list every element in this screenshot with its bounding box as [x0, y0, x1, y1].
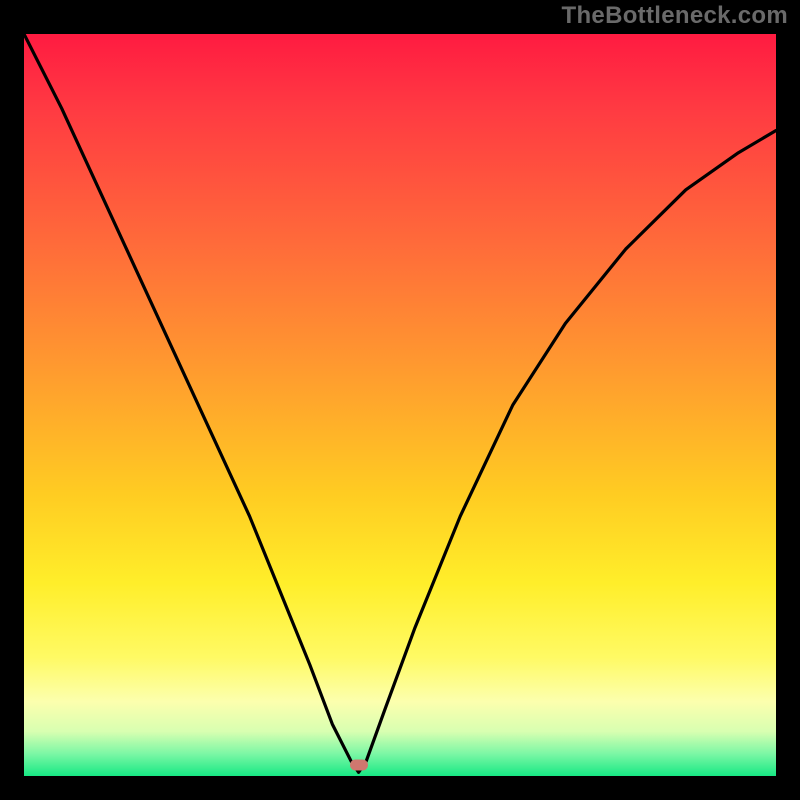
optimal-point-marker: [350, 759, 368, 770]
plot-area: [24, 34, 776, 776]
bottleneck-curve: [24, 34, 776, 776]
chart-container: TheBottleneck.com: [0, 0, 800, 800]
watermark-text: TheBottleneck.com: [562, 2, 788, 30]
